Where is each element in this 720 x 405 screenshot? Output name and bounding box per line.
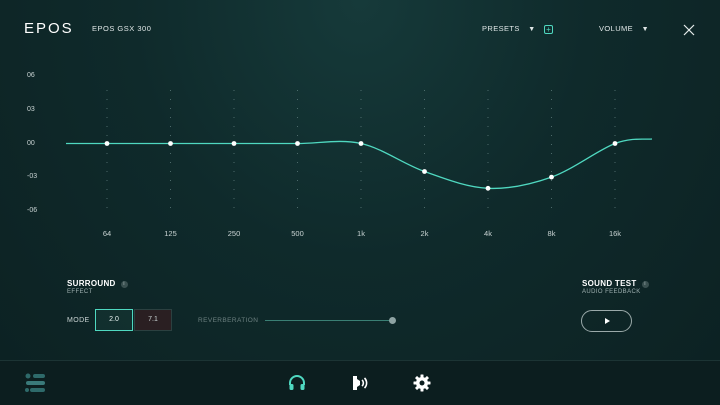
eq-x-label: 64	[102, 229, 112, 238]
surround-title: SURROUND i	[67, 279, 128, 288]
presets-label: PRESETS	[482, 24, 520, 33]
eq-band-handle[interactable]	[485, 185, 491, 191]
eq-band-handle[interactable]	[295, 141, 300, 146]
eq-band-handle[interactable]	[612, 141, 618, 146]
eq-y-label: 03	[27, 106, 35, 113]
eq-curve	[66, 138, 653, 190]
bottom-nav-bar	[0, 360, 720, 405]
chevron-down-icon: ▼	[528, 26, 536, 33]
volume-dropdown[interactable]: VOLUME ▼	[599, 24, 649, 33]
volume-label: VOLUME	[599, 24, 634, 33]
eq-x-label: 250	[227, 229, 241, 238]
mode-label: MODE	[67, 317, 90, 324]
presets-dropdown[interactable]: PRESETS ▼	[482, 24, 536, 33]
eq-x-label: 2k	[420, 229, 429, 238]
reverberation-slider-track[interactable]	[265, 320, 393, 321]
eq-x-label: 4k	[484, 229, 492, 238]
menu-icon[interactable]	[24, 371, 48, 395]
eq-x-label: 125	[164, 229, 177, 238]
eq-y-label: 00	[27, 140, 35, 147]
eq-band-handle[interactable]	[231, 141, 237, 146]
eq-band-handle[interactable]	[168, 141, 173, 146]
headphones-icon[interactable]	[288, 374, 306, 392]
eq-band-handle[interactable]	[549, 174, 554, 180]
sound-test-subtitle: AUDIO FEEDBACK	[582, 289, 641, 295]
surround-subtitle: EFFECT	[67, 289, 93, 295]
info-icon[interactable]: i	[120, 281, 128, 288]
equalizer-graph[interactable]	[0, 0, 720, 405]
gear-icon[interactable]	[413, 374, 431, 392]
eq-x-label: 500	[291, 229, 304, 238]
play-sound-test-button[interactable]	[581, 310, 632, 332]
device-name: EPOS GSX 300	[92, 24, 152, 33]
info-icon[interactable]: i	[641, 281, 649, 288]
eq-x-label: 8k	[547, 229, 556, 238]
add-preset-button[interactable]: +	[544, 25, 553, 34]
eq-y-label: -03	[27, 173, 38, 180]
eq-band-handle[interactable]	[104, 141, 110, 146]
eq-band-handle[interactable]	[358, 141, 364, 146]
eq-y-label: -06	[27, 207, 38, 214]
eq-y-label: 06	[27, 72, 35, 79]
surround-title-text: SURROUND	[67, 279, 116, 288]
play-icon	[605, 318, 610, 324]
eq-band-handle[interactable]	[422, 169, 427, 174]
top-bar: EPOS EPOS GSX 300 PRESETS ▼ + VOLUME ▼	[0, 0, 720, 60]
sound-test-title-text: SOUND TEST	[582, 279, 637, 288]
reverberation-slider-handle[interactable]	[389, 317, 396, 324]
eq-x-label: 1k	[357, 229, 365, 238]
epos-logo: EPOS	[24, 20, 74, 37]
mode-7-1-button[interactable]: 7.1	[134, 309, 172, 331]
eq-x-label: 16k	[608, 229, 622, 238]
sidetone-icon[interactable]	[351, 374, 369, 392]
chevron-down-icon: ▼	[641, 26, 649, 33]
sound-test-title: SOUND TEST i	[582, 279, 649, 288]
mode-2-0-button[interactable]: 2.0	[95, 309, 133, 331]
close-icon[interactable]	[683, 24, 695, 36]
reverberation-label: REVERBERATION	[198, 317, 259, 324]
